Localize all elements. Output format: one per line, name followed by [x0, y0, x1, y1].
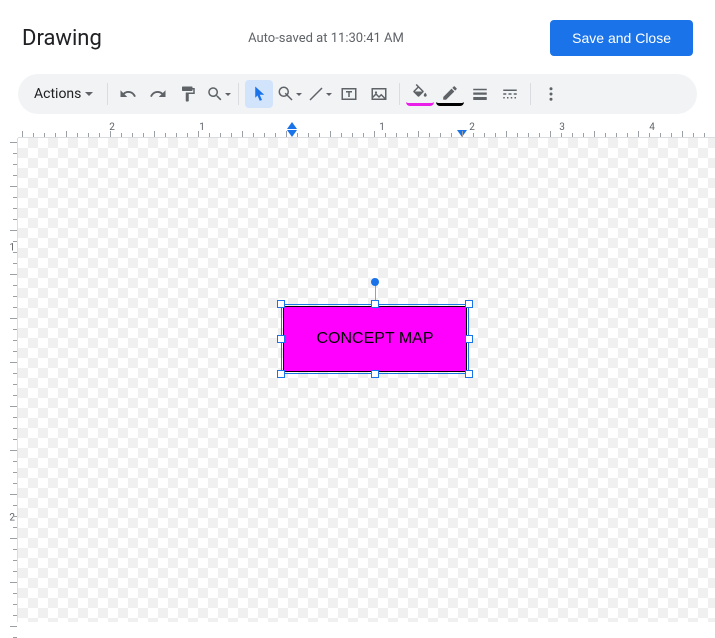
- redo-icon: [149, 85, 167, 103]
- paint-bucket-icon: [411, 84, 429, 102]
- horizontal-ruler: 2 1 1 2 3 4: [18, 122, 715, 138]
- ruler-tick-label: 2: [469, 122, 475, 133]
- left-indent-marker-bottom[interactable]: [287, 130, 297, 137]
- cursor-icon: [250, 85, 268, 103]
- undo-icon: [119, 85, 137, 103]
- shape-tool-button[interactable]: [275, 80, 303, 108]
- separator: [107, 83, 108, 105]
- shape-icon: [277, 85, 295, 103]
- resize-handle-sw[interactable]: [277, 370, 285, 378]
- autosave-status: Auto-saved at 11:30:41 AM: [248, 31, 404, 46]
- page-title: Drawing: [22, 26, 102, 51]
- border-weight-button[interactable]: [466, 80, 494, 108]
- line-icon: [307, 85, 325, 103]
- border-color-button[interactable]: [436, 82, 464, 106]
- more-options-button[interactable]: [537, 80, 565, 108]
- undo-button[interactable]: [114, 80, 142, 108]
- fill-color-button[interactable]: [406, 82, 434, 106]
- ruler-tick-label: 4: [649, 122, 655, 133]
- separator: [238, 83, 239, 105]
- separator: [399, 83, 400, 105]
- resize-handle-ne[interactable]: [465, 300, 473, 308]
- resize-handle-nw[interactable]: [277, 300, 285, 308]
- rotation-handle[interactable]: [371, 278, 379, 286]
- toolbar: Actions: [18, 74, 697, 114]
- select-tool-button[interactable]: [245, 80, 273, 108]
- resize-handle-e[interactable]: [465, 335, 473, 343]
- left-indent-marker[interactable]: [287, 122, 297, 129]
- border-dash-button[interactable]: [496, 80, 524, 108]
- zoom-icon: [206, 85, 224, 103]
- save-and-close-button[interactable]: Save and Close: [550, 20, 693, 56]
- more-vertical-icon: [542, 85, 560, 103]
- pencil-icon: [441, 84, 459, 102]
- shape-text: CONCEPT MAP: [316, 330, 433, 348]
- zoom-button[interactable]: [204, 80, 232, 108]
- ruler-tick-label: 1: [199, 122, 205, 133]
- concept-map-shape[interactable]: CONCEPT MAP: [283, 306, 467, 372]
- paint-roller-icon: [179, 85, 197, 103]
- actions-menu-button[interactable]: Actions: [26, 82, 101, 106]
- resize-handle-w[interactable]: [277, 335, 285, 343]
- vertical-ruler: 1 2: [0, 138, 18, 622]
- text-box-icon: [340, 85, 358, 103]
- border-dash-icon: [501, 85, 519, 103]
- separator: [530, 83, 531, 105]
- ruler-tick-label: 1: [379, 122, 385, 133]
- actions-label: Actions: [34, 86, 81, 102]
- ruler-tick-label: 3: [559, 122, 565, 133]
- drawing-canvas[interactable]: CONCEPT MAP: [18, 138, 715, 622]
- ruler-tick-label: 2: [9, 513, 15, 524]
- image-icon: [370, 85, 388, 103]
- paint-format-button[interactable]: [174, 80, 202, 108]
- resize-handle-n[interactable]: [371, 300, 379, 308]
- redo-button[interactable]: [144, 80, 172, 108]
- resize-handle-s[interactable]: [371, 370, 379, 378]
- border-weight-icon: [471, 85, 489, 103]
- line-tool-button[interactable]: [305, 80, 333, 108]
- image-button[interactable]: [365, 80, 393, 108]
- resize-handle-se[interactable]: [465, 370, 473, 378]
- text-box-button[interactable]: [335, 80, 363, 108]
